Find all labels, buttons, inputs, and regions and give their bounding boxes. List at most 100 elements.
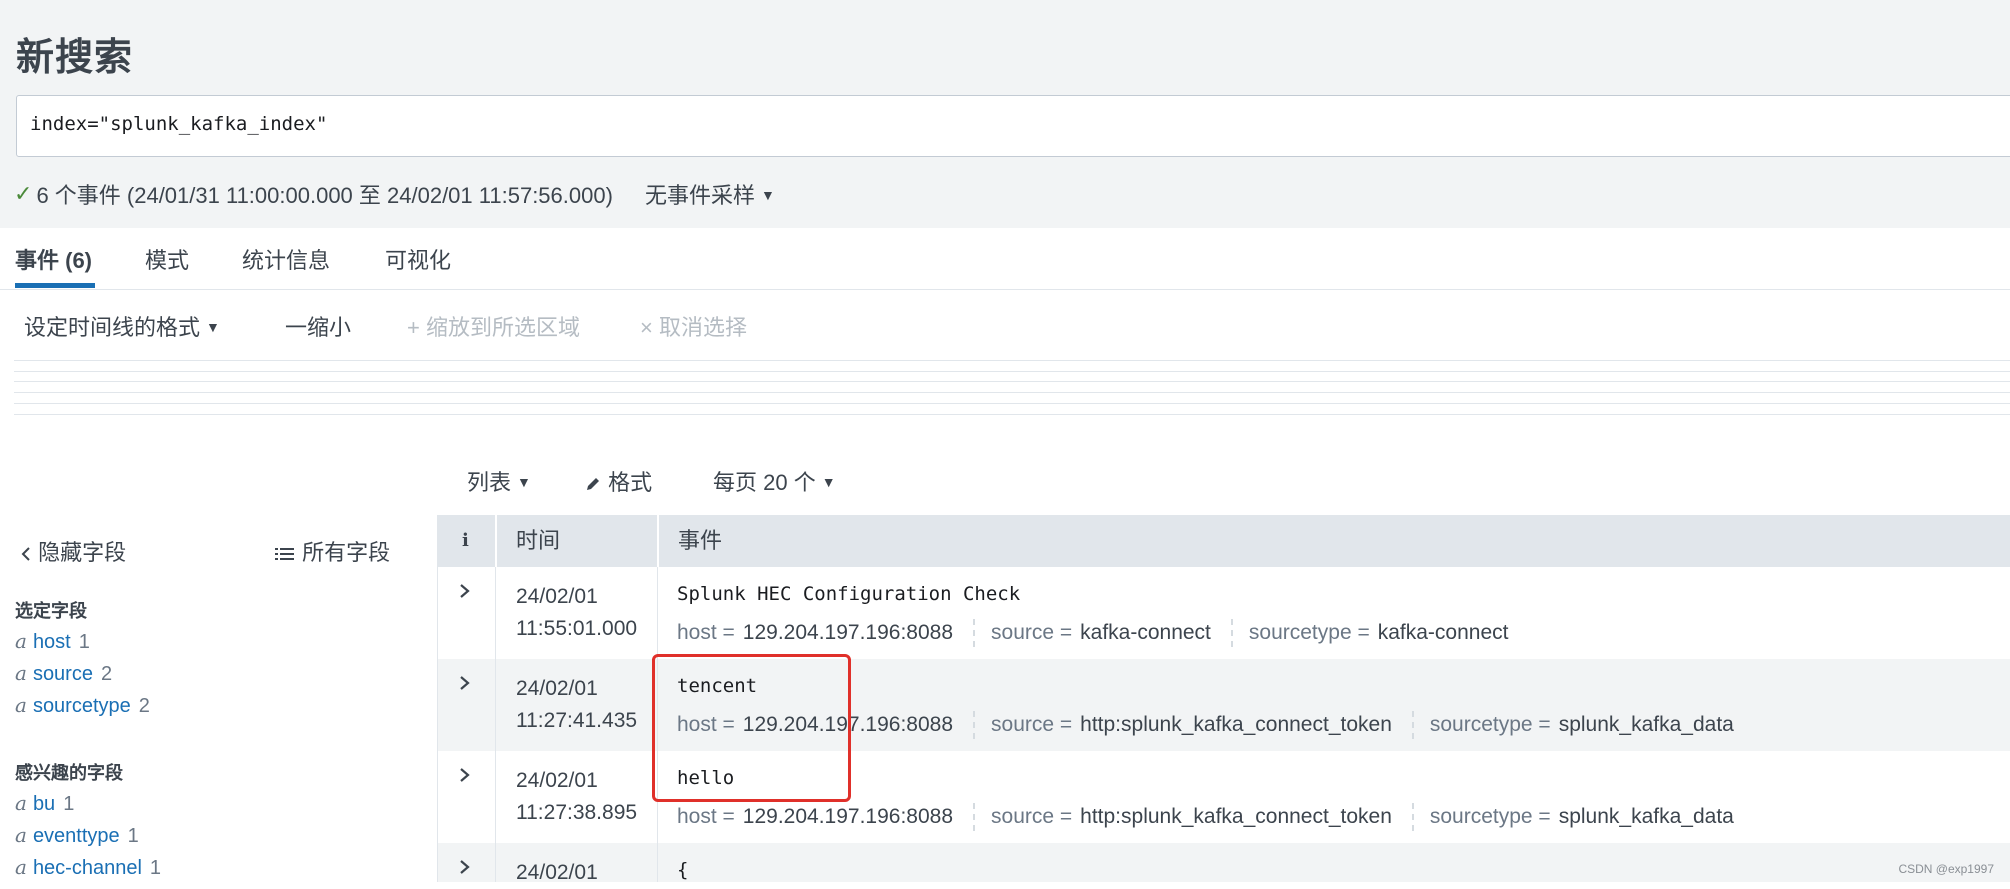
results-toolbar: 列表 ▼ 格式 每页 20 个 ▼	[0, 455, 2010, 505]
host-key: host =	[677, 621, 735, 644]
source-value[interactable]: kafka-connect	[1080, 621, 1211, 645]
search-box[interactable]	[16, 95, 2010, 157]
sourcetype-key: sourcetype =	[1429, 805, 1551, 828]
timeline-gridline	[14, 414, 2010, 415]
all-fields-button[interactable]: 所有字段	[274, 535, 390, 567]
field-count: 1	[149, 857, 162, 879]
meta-divider	[973, 803, 976, 831]
caret-down-icon: ▼	[761, 187, 775, 203]
field-item-eventtype[interactable]: a eventtype 1	[15, 823, 139, 848]
event-timestamp[interactable]: 24/02/01 11:55:01.000	[516, 581, 637, 645]
watermark: CSDN @exp1997	[1898, 862, 1994, 876]
column-divider	[657, 515, 659, 567]
event-timestamp[interactable]: 24/02/01	[516, 857, 598, 889]
check-icon: ✓	[14, 181, 33, 206]
tab-visualization[interactable]: 可视化	[385, 243, 451, 275]
selected-fields-heading: 选定字段	[15, 601, 87, 621]
format-timeline-label: 设定时间线的格式	[24, 315, 201, 340]
field-type-indicator: a	[15, 629, 27, 653]
field-type-indicator: a	[15, 823, 27, 847]
timeline-gridline	[14, 403, 2010, 404]
source-key: source =	[991, 805, 1073, 828]
event-timestamp[interactable]: 24/02/01 11:27:38.895	[516, 765, 637, 829]
sourcetype-value[interactable]: splunk_kafka_data	[1559, 713, 1734, 737]
expand-row-icon[interactable]	[458, 765, 472, 791]
list-view-dropdown[interactable]: 列表 ▼	[467, 465, 531, 497]
source-value[interactable]: http:splunk_kafka_connect_token	[1080, 713, 1392, 737]
field-item-source[interactable]: a source 2	[15, 661, 112, 686]
field-count: 2	[138, 695, 150, 717]
sourcetype-value[interactable]: splunk_kafka_data	[1559, 805, 1734, 829]
event-column-header[interactable]: 事件	[678, 515, 722, 567]
sourcetype-value[interactable]: kafka-connect	[1378, 621, 1509, 645]
sourcetype-key: sourcetype =	[1248, 621, 1370, 644]
event-metadata: host = 129.204.197.196:8088 source = kafka…	[677, 619, 1508, 647]
caret-down-icon: ▼	[821, 474, 836, 490]
format-button[interactable]: 格式	[584, 465, 652, 497]
list-icon	[275, 548, 294, 561]
tab-patterns[interactable]: 模式	[145, 243, 189, 275]
time-column-header[interactable]: 时间	[516, 515, 560, 567]
search-input[interactable]	[30, 113, 1930, 135]
event-raw-text: {	[677, 859, 689, 881]
meta-divider	[973, 711, 976, 739]
event-date: 24/02/01	[516, 861, 598, 884]
deselect-button[interactable]: × 取消选择	[640, 310, 747, 342]
source-value[interactable]: http:splunk_kafka_connect_token	[1080, 805, 1392, 829]
chevron-left-icon	[21, 547, 30, 561]
expand-row-icon[interactable]	[458, 673, 472, 699]
interesting-fields-heading: 感兴趣的字段	[15, 763, 123, 783]
source-key: source =	[991, 621, 1073, 644]
tab-statistics[interactable]: 统计信息	[242, 243, 330, 275]
host-key: host =	[677, 805, 735, 828]
table-row: 24/02/01 11:55:01.000 Splunk HEC Configu…	[438, 567, 2010, 659]
field-item-hec-channel[interactable]: a hec-channel 1	[15, 855, 161, 880]
field-name: source	[32, 663, 93, 685]
source-key: source =	[991, 713, 1073, 736]
pencil-icon	[587, 478, 599, 491]
format-timeline-dropdown[interactable]: 设定时间线的格式 ▼	[24, 310, 220, 342]
list-view-label: 列表	[467, 470, 512, 495]
table-header: i 时间 事件	[438, 515, 2010, 567]
meta-divider	[973, 619, 976, 647]
field-name: hec-channel	[32, 857, 142, 879]
field-count: 1	[63, 793, 75, 815]
field-name: host	[32, 631, 71, 653]
host-value[interactable]: 129.204.197.196:8088	[743, 805, 953, 829]
field-type-indicator: a	[15, 855, 27, 879]
fields-sidebar: 隐藏字段 所有字段 选定字段 a host 1 a source 2 a sourcety…	[0, 515, 438, 882]
hide-fields-label: 隐藏字段	[38, 540, 127, 565]
timeline-gridline	[14, 360, 2010, 361]
host-value[interactable]: 129.204.197.196:8088	[743, 621, 953, 645]
column-divider	[495, 567, 496, 882]
timeline-gridline	[14, 381, 2010, 382]
timeline-gridline	[14, 371, 2010, 372]
meta-divider	[1411, 803, 1414, 831]
field-item-host[interactable]: a host 1	[15, 629, 90, 654]
per-page-dropdown[interactable]: 每页 20 个 ▼	[713, 465, 836, 497]
sourcetype-key: sourcetype =	[1429, 713, 1551, 736]
zoom-out-button[interactable]: 一缩小	[285, 310, 351, 342]
event-raw-text: Splunk HEC Configuration Check	[677, 583, 1021, 605]
page-title: 新搜索	[16, 37, 134, 79]
expand-row-icon[interactable]	[458, 857, 472, 883]
zoom-to-selection-button[interactable]: + 缩放到所选区域	[407, 310, 580, 342]
field-name: sourcetype	[32, 695, 131, 717]
expand-row-icon[interactable]	[458, 581, 472, 607]
event-metadata: host = 129.204.197.196:8088 source = http:…	[677, 803, 1734, 831]
hide-fields-button[interactable]: 隐藏字段	[20, 535, 126, 567]
timeline-gridline	[14, 392, 2010, 393]
field-type-indicator: a	[15, 791, 27, 815]
meta-divider	[1411, 711, 1414, 739]
event-timestamp[interactable]: 24/02/01 11:27:41.435	[516, 673, 637, 737]
field-type-indicator: a	[15, 693, 27, 717]
field-item-bu[interactable]: a bu 1	[15, 791, 74, 816]
highlight-annotation	[652, 654, 851, 802]
sampling-dropdown[interactable]: 无事件采样 ▼	[645, 178, 775, 210]
tab-events[interactable]: 事件 (6)	[15, 243, 92, 275]
field-count: 1	[78, 631, 90, 653]
caret-down-icon: ▼	[517, 474, 531, 490]
event-time: 11:27:38.895	[516, 801, 638, 824]
field-type-indicator: a	[15, 661, 27, 685]
field-item-sourcetype[interactable]: a sourcetype 2	[15, 693, 150, 718]
